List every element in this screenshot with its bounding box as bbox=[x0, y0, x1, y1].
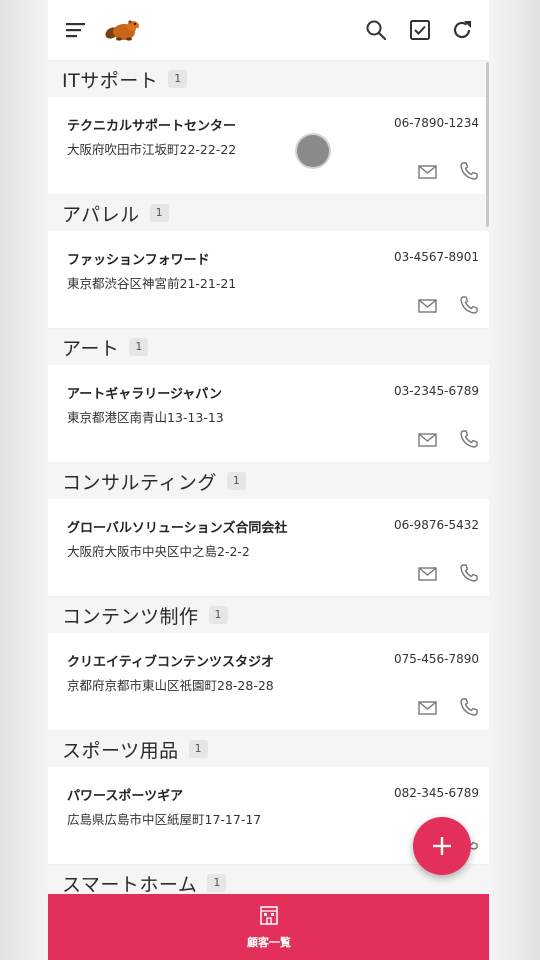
touch-indicator bbox=[297, 135, 329, 167]
section-title: スポーツ用品 bbox=[62, 739, 179, 762]
customer-list: ITサポート 1 テクニカルサポートセンター 06-7890-1234 大阪府吹… bbox=[48, 61, 489, 894]
count-badge: 1 bbox=[168, 70, 188, 88]
building-icon bbox=[260, 906, 278, 925]
mail-icon[interactable] bbox=[417, 164, 439, 180]
customer-card[interactable]: テクニカルサポートセンター 06-7890-1234 大阪府吹田市江坂町22-2… bbox=[48, 97, 489, 195]
phone-icon[interactable] bbox=[458, 160, 480, 182]
beaver-logo bbox=[102, 16, 142, 44]
add-customer-button[interactable] bbox=[413, 817, 471, 875]
phone-icon[interactable] bbox=[458, 696, 480, 718]
mail-icon[interactable] bbox=[417, 700, 439, 716]
mail-icon[interactable] bbox=[417, 298, 439, 314]
search-icon[interactable] bbox=[362, 16, 390, 44]
section-header: ITサポート 1 bbox=[48, 61, 489, 97]
customer-card[interactable]: クリエイティブコンテンツスタジオ 075-456-7890 京都府京都市東山区祇… bbox=[48, 633, 489, 731]
section-header: スポーツ用品 1 bbox=[48, 731, 489, 767]
customer-phone: 06-7890-1234 bbox=[393, 116, 479, 130]
mail-icon[interactable] bbox=[417, 432, 439, 448]
section-header: コンサルティング 1 bbox=[48, 463, 489, 499]
count-badge: 1 bbox=[207, 874, 227, 892]
section-header: アパレル 1 bbox=[48, 195, 489, 231]
count-badge: 1 bbox=[226, 472, 246, 490]
section-header: スマートホーム 1 bbox=[48, 865, 489, 894]
refresh-icon[interactable] bbox=[448, 16, 476, 44]
count-badge: 1 bbox=[129, 338, 149, 356]
customer-address: 東京都港区南青山13-13-13 bbox=[67, 410, 224, 425]
customer-address: 大阪府大阪市中央区中之島2-2-2 bbox=[67, 544, 250, 559]
count-badge: 1 bbox=[149, 204, 169, 222]
customer-name: テクニカルサポートセンター bbox=[67, 119, 237, 134]
tab-customer-list[interactable]: 顧客一覧 bbox=[238, 904, 300, 954]
customer-card[interactable]: グローバルソリューションズ合同会社 06-9876-5432 大阪府大阪市中央区… bbox=[48, 499, 489, 597]
customer-name: パワースポーツギア bbox=[67, 789, 184, 804]
customer-phone: 082-345-6789 bbox=[393, 786, 479, 800]
section-header: コンテンツ制作 1 bbox=[48, 597, 489, 633]
tab-label: 顧客一覧 bbox=[247, 936, 291, 949]
customer-phone: 06-9876-5432 bbox=[393, 518, 479, 532]
customer-name: アートギャラリージャパン bbox=[67, 387, 222, 402]
phone-icon[interactable] bbox=[458, 294, 480, 316]
mail-icon[interactable] bbox=[417, 566, 439, 582]
customer-address: 広島県広島市中区紙屋町17-17-17 bbox=[67, 812, 262, 827]
customer-card[interactable]: ファッションフォワード 03-4567-8901 東京都渋谷区神宮前21-21-… bbox=[48, 231, 489, 329]
bottom-navigation: 顧客一覧 bbox=[48, 894, 489, 960]
checkbox-icon[interactable] bbox=[406, 16, 434, 44]
section-title: コンサルティング bbox=[62, 471, 217, 494]
customer-name: グローバルソリューションズ合同会社 bbox=[67, 521, 288, 536]
hamburger-icon[interactable] bbox=[62, 16, 90, 44]
customer-address: 大阪府吹田市江坂町22-22-22 bbox=[67, 142, 237, 157]
customer-name: ファッションフォワード bbox=[67, 253, 210, 268]
scrollbar[interactable] bbox=[486, 62, 489, 227]
count-badge: 1 bbox=[208, 606, 228, 624]
customer-phone: 075-456-7890 bbox=[393, 652, 479, 666]
section-title: アート bbox=[62, 337, 120, 360]
app-screen: ITサポート 1 テクニカルサポートセンター 06-7890-1234 大阪府吹… bbox=[48, 0, 489, 960]
section-title: スマートホーム bbox=[62, 873, 198, 895]
customer-card[interactable]: アートギャラリージャパン 03-2345-6789 東京都港区南青山13-13-… bbox=[48, 365, 489, 463]
customer-address: 東京都渋谷区神宮前21-21-21 bbox=[67, 276, 237, 291]
plus-icon bbox=[433, 837, 451, 855]
customer-address: 京都府京都市東山区祇園町28-28-28 bbox=[67, 678, 274, 693]
count-badge: 1 bbox=[188, 740, 208, 758]
section-title: アパレル bbox=[62, 203, 140, 226]
customer-phone: 03-4567-8901 bbox=[393, 250, 479, 264]
phone-icon[interactable] bbox=[458, 562, 480, 584]
customer-name: クリエイティブコンテンツスタジオ bbox=[67, 655, 274, 670]
section-title: ITサポート bbox=[62, 69, 159, 92]
customer-phone: 03-2345-6789 bbox=[393, 384, 479, 398]
phone-icon[interactable] bbox=[458, 428, 480, 450]
app-toolbar bbox=[48, 0, 489, 61]
section-title: コンテンツ制作 bbox=[62, 605, 199, 628]
section-header: アート 1 bbox=[48, 329, 489, 365]
